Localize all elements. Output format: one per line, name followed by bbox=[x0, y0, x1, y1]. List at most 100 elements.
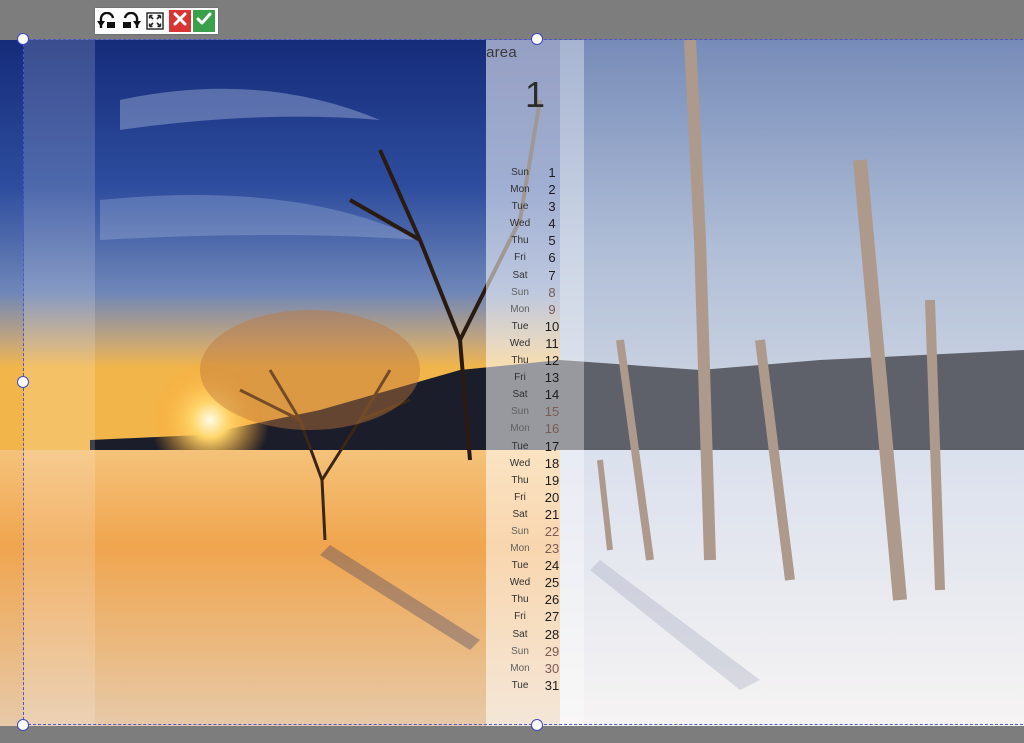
day-row: Sun 8 bbox=[486, 284, 584, 301]
rotate-left-icon bbox=[97, 12, 117, 30]
day-name: Mon bbox=[510, 423, 530, 435]
fullscreen-icon bbox=[146, 12, 164, 30]
day-number: 7 bbox=[548, 267, 556, 283]
day-row: Wed 18 bbox=[486, 455, 584, 472]
month-number: 1 bbox=[524, 74, 546, 115]
day-number: 27 bbox=[544, 609, 560, 625]
day-row: Tue 24 bbox=[486, 557, 584, 574]
day-row: Mon 9 bbox=[486, 301, 584, 318]
day-number: 20 bbox=[544, 489, 560, 505]
day-row: Wed 4 bbox=[486, 215, 584, 232]
day-row: Sun 22 bbox=[486, 523, 584, 540]
day-number: 4 bbox=[548, 216, 556, 232]
resize-handle-top-left[interactable] bbox=[17, 33, 29, 45]
rotate-right-button[interactable] bbox=[119, 8, 143, 34]
day-name: Sat bbox=[512, 269, 528, 281]
day-row: Sun 15 bbox=[486, 403, 584, 420]
resize-handle-bottom-center[interactable] bbox=[531, 719, 543, 731]
day-number: 6 bbox=[548, 250, 556, 266]
day-name: Sat bbox=[512, 389, 528, 401]
day-name: Sun bbox=[511, 406, 529, 418]
day-row: Thu 19 bbox=[486, 472, 584, 489]
day-row: Sat 28 bbox=[486, 626, 584, 643]
day-number: 12 bbox=[544, 353, 560, 369]
day-name: Sun bbox=[511, 525, 529, 537]
crop-toolbar bbox=[95, 8, 218, 34]
day-name: Thu bbox=[511, 235, 529, 247]
day-row: Wed 11 bbox=[486, 335, 584, 352]
day-number: 3 bbox=[548, 199, 556, 215]
day-number: 29 bbox=[544, 643, 560, 659]
day-name: Mon bbox=[510, 303, 530, 315]
cancel-icon bbox=[173, 12, 187, 31]
confirm-button[interactable] bbox=[193, 10, 215, 32]
day-name: Sat bbox=[512, 628, 528, 640]
day-name: Wed bbox=[509, 337, 531, 349]
day-name: Tue bbox=[511, 320, 529, 332]
day-number: 18 bbox=[544, 455, 560, 471]
day-row: Thu 26 bbox=[486, 591, 584, 608]
day-name: Fri bbox=[514, 491, 526, 503]
day-row: Sun 1 bbox=[486, 164, 584, 181]
day-number: 17 bbox=[544, 438, 560, 454]
day-number: 5 bbox=[548, 233, 556, 249]
day-row: Mon 23 bbox=[486, 540, 584, 557]
day-number: 8 bbox=[548, 284, 556, 300]
right-dim-overlay bbox=[584, 40, 1024, 726]
day-number: 14 bbox=[544, 387, 560, 403]
day-number: 23 bbox=[544, 541, 560, 557]
day-row: Tue 31 bbox=[486, 677, 584, 694]
day-name: Fri bbox=[514, 372, 526, 384]
resize-handle-top-center[interactable] bbox=[531, 33, 543, 45]
confirm-icon bbox=[196, 12, 212, 31]
day-row: Mon 2 bbox=[486, 181, 584, 198]
day-row: Wed 25 bbox=[486, 574, 584, 591]
day-number: 28 bbox=[544, 626, 560, 642]
day-row: Fri 13 bbox=[486, 369, 584, 386]
editor-canvas[interactable]: c area 1 Sun 1 Mon 2 Tue 3 Wed 4 Thu 5 Fri 6 Sat 7 Sun… bbox=[0, 40, 1024, 726]
cancel-button[interactable] bbox=[169, 10, 191, 32]
day-name: Thu bbox=[511, 355, 529, 367]
day-name: Wed bbox=[509, 457, 531, 469]
day-row: Thu 5 bbox=[486, 232, 584, 249]
rotate-left-button[interactable] bbox=[95, 8, 119, 34]
day-name: Sun bbox=[511, 167, 529, 178]
day-number: 11 bbox=[545, 335, 559, 351]
day-name: Thu bbox=[511, 594, 529, 606]
day-name: Thu bbox=[511, 474, 529, 486]
resize-handle-middle-left[interactable] bbox=[17, 376, 29, 388]
day-name: Tue bbox=[511, 440, 529, 452]
day-number: 31 bbox=[544, 677, 560, 693]
day-row: Tue 17 bbox=[486, 438, 584, 455]
day-number: 19 bbox=[544, 472, 560, 488]
day-name: Tue bbox=[511, 201, 529, 213]
fullscreen-button[interactable] bbox=[143, 8, 167, 34]
day-row: Tue 10 bbox=[486, 318, 584, 335]
day-number: 9 bbox=[548, 301, 556, 317]
day-list: Sun 1 Mon 2 Tue 3 Wed 4 Thu 5 Fri 6 Sat 7 Sun 8 Mon 9 Tue 1… bbox=[486, 164, 584, 694]
day-number: 2 bbox=[548, 182, 556, 198]
day-row: Thu 12 bbox=[486, 352, 584, 369]
day-name: Tue bbox=[511, 679, 529, 691]
day-row: Tue 3 bbox=[486, 198, 584, 215]
left-dim-overlay bbox=[24, 40, 95, 726]
day-name: Wed bbox=[509, 218, 531, 230]
resize-handle-bottom-left[interactable] bbox=[17, 719, 29, 731]
day-number: 22 bbox=[544, 523, 560, 539]
day-name: Mon bbox=[510, 184, 530, 196]
day-row: Sun 29 bbox=[486, 643, 584, 660]
day-row: Mon 30 bbox=[486, 660, 584, 677]
day-row: Sat 7 bbox=[486, 267, 584, 284]
day-row: Sat 14 bbox=[486, 386, 584, 403]
day-number: 21 bbox=[544, 506, 560, 522]
day-name: Wed bbox=[509, 577, 531, 589]
day-name: Sun bbox=[511, 286, 529, 298]
day-name: Sun bbox=[511, 645, 529, 657]
day-number: 25 bbox=[544, 575, 560, 591]
day-row: Sat 21 bbox=[486, 506, 584, 523]
day-row: Fri 20 bbox=[486, 489, 584, 506]
day-number: 24 bbox=[544, 558, 560, 574]
day-name: Fri bbox=[514, 611, 526, 623]
day-name: Mon bbox=[510, 662, 530, 674]
day-number: 15 bbox=[544, 404, 560, 420]
